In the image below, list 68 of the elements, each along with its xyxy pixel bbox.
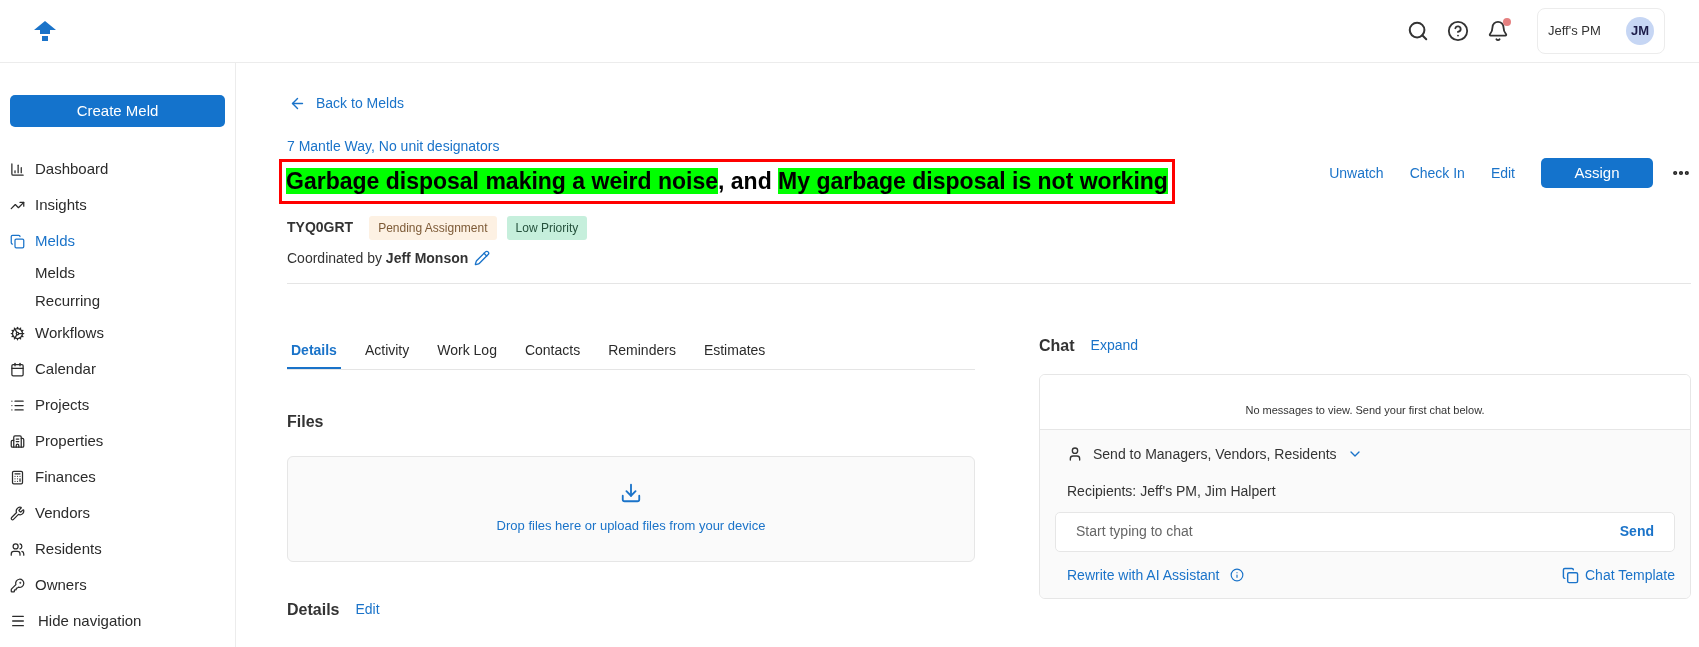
- person-icon: [1067, 446, 1083, 462]
- nav-icon: [10, 397, 25, 413]
- nav-item[interactable]: Workflows: [10, 315, 225, 351]
- details-edit-link[interactable]: Edit: [355, 599, 380, 620]
- nav-icon: [10, 361, 25, 377]
- nav-icon: [10, 577, 25, 593]
- nav-icon: [10, 325, 25, 341]
- back-link[interactable]: Back to Melds: [289, 93, 404, 114]
- nav-item[interactable]: Dashboard: [10, 151, 225, 187]
- empty-chat-message: No messages to view. Send your first chat below.: [1245, 403, 1485, 418]
- notification-bell-icon[interactable]: [1487, 20, 1509, 42]
- status-tag: Pending Assignment: [369, 215, 497, 240]
- help-icon[interactable]: [1447, 20, 1469, 42]
- ai-rewrite-link[interactable]: Rewrite with AI Assistant: [1067, 564, 1220, 586]
- edit-pencil-icon[interactable]: [474, 250, 491, 266]
- details-heading: Details: [287, 599, 340, 620]
- action-link[interactable]: Check In: [1409, 162, 1465, 184]
- recipients-text: Recipients: Jeff's PM, Jim Halpert: [1067, 481, 1277, 501]
- chat-heading: Chat: [1039, 335, 1075, 356]
- nav-icon: [10, 433, 25, 449]
- tab[interactable]: Contacts: [520, 339, 585, 369]
- tab[interactable]: Work Log: [433, 339, 501, 369]
- send-button[interactable]: Send: [1619, 521, 1654, 542]
- upload-tray-icon: [620, 481, 642, 504]
- file-dropzone[interactable]: Drop files here or upload files from your device: [287, 455, 975, 562]
- tab[interactable]: Estimates: [699, 339, 770, 369]
- tab[interactable]: Details: [287, 339, 341, 369]
- coordinator-text: Coordinated by Jeff Monson: [287, 248, 469, 268]
- account-switcher[interactable]: Jeff's PM JM: [1537, 8, 1665, 54]
- info-icon[interactable]: [1229, 568, 1244, 582]
- status-tag: Low Priority: [506, 215, 588, 240]
- nav-subitem[interactable]: Melds: [10, 259, 225, 287]
- nav-item[interactable]: Insights: [10, 187, 225, 223]
- nav-icon: [10, 469, 25, 485]
- search-icon[interactable]: [1407, 20, 1429, 42]
- tab[interactable]: Reminders: [604, 339, 680, 369]
- nav-subitem[interactable]: Recurring: [10, 287, 225, 315]
- nav-item[interactable]: Finances: [10, 459, 225, 495]
- avatar: JM: [1626, 17, 1654, 45]
- create-meld-button[interactable]: Create Meld: [10, 95, 225, 127]
- assign-button[interactable]: Assign: [1541, 158, 1653, 188]
- nav-item[interactable]: Residents: [10, 531, 225, 567]
- nav-item[interactable]: Properties: [10, 423, 225, 459]
- files-heading: Files: [287, 411, 325, 432]
- hide-navigation-button[interactable]: Hide navigation: [10, 603, 225, 639]
- copy-icon: [1562, 566, 1579, 584]
- meld-id: TYQ0GRT: [287, 218, 354, 237]
- action-link[interactable]: Unwatch: [1329, 162, 1384, 184]
- chat-input[interactable]: Start typing to chat Send: [1055, 511, 1675, 552]
- chat-template-link[interactable]: Chat Template: [1562, 564, 1675, 586]
- nav-item[interactable]: Projects: [10, 387, 225, 423]
- expand-link[interactable]: Expand: [1090, 335, 1139, 356]
- logo-icon[interactable]: [34, 21, 56, 41]
- recipient-dropdown[interactable]: Send to Managers, Vendors, Residents: [1067, 443, 1363, 465]
- nav-item[interactable]: Calendar: [10, 351, 225, 387]
- nav-item[interactable]: Melds: [10, 223, 225, 259]
- nav-icon: [10, 161, 25, 177]
- nav-icon: [10, 233, 25, 249]
- nav-item[interactable]: Vendors: [10, 495, 225, 531]
- nav-icon: [10, 505, 25, 521]
- meld-title: Garbage disposal making a weird noise, and My garbage disposal is not working: [279, 159, 1175, 204]
- nav-icon: [10, 541, 25, 557]
- address-link[interactable]: 7 Mantle Way, No unit designators: [287, 136, 1175, 157]
- collapse-icon: [10, 613, 26, 629]
- dropzone-text: Drop files here or upload files from your device: [496, 516, 766, 535]
- tab[interactable]: Activity: [360, 339, 414, 369]
- action-link[interactable]: Edit: [1490, 162, 1515, 184]
- nav-item[interactable]: Owners: [10, 567, 225, 603]
